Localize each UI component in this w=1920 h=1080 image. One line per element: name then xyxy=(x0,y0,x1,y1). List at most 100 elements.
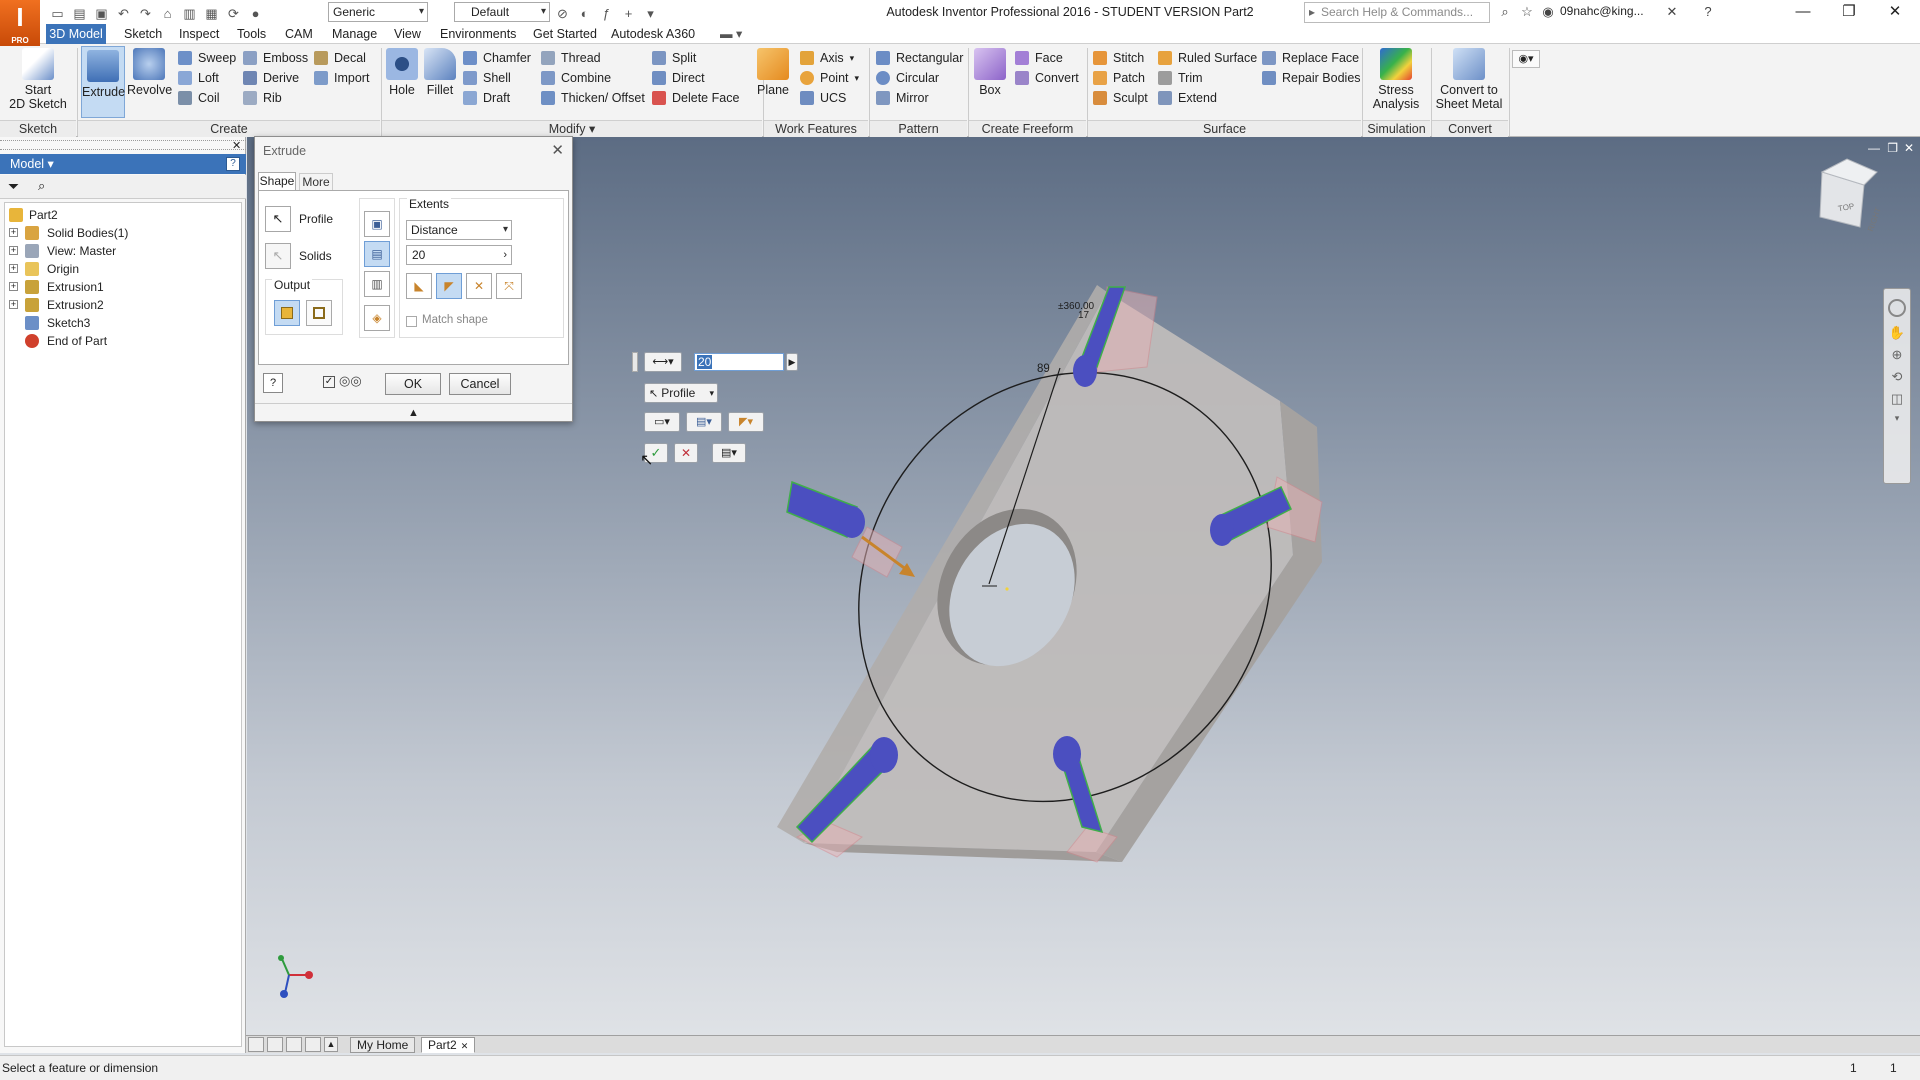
find-binoculars-icon[interactable]: ⌕ xyxy=(38,178,45,194)
rib-button[interactable]: Rib xyxy=(243,88,308,108)
replace-face-button[interactable]: Replace Face xyxy=(1262,48,1361,68)
tree-node-end-of-part[interactable]: End of Part xyxy=(5,332,241,350)
open-icon[interactable]: ▤ xyxy=(72,6,87,21)
expand-icon[interactable]: + xyxy=(9,246,18,255)
pan-hand-icon[interactable]: ✋ xyxy=(1884,325,1910,347)
search-binoculars-icon[interactable]: ⌕ xyxy=(1497,4,1513,20)
expand-icon[interactable]: + xyxy=(9,264,18,273)
tab-autodesk-a360[interactable]: Autodesk A360 xyxy=(611,24,695,44)
revolve-button[interactable]: Revolve xyxy=(127,48,172,97)
tab-more[interactable]: More xyxy=(299,173,333,190)
fillet-button[interactable]: Fillet xyxy=(422,48,458,97)
favorites-star-icon[interactable]: ☆ xyxy=(1519,4,1535,20)
start-2d-sketch-button[interactable]: Start 2D Sketch xyxy=(6,48,70,111)
tree-node-extrusion2[interactable]: + Extrusion2 xyxy=(5,296,241,314)
patch-button[interactable]: Patch xyxy=(1093,68,1148,88)
tab-environments[interactable]: Environments xyxy=(440,24,516,44)
dialog-expand-icon[interactable]: ▲ xyxy=(255,403,572,421)
preview-checkbox[interactable]: ✓ xyxy=(323,376,335,388)
mini-operation-button[interactable]: ▤▾ xyxy=(686,412,722,432)
mirror-button[interactable]: Mirror xyxy=(876,88,963,108)
extrude-button[interactable]: Extrude xyxy=(81,46,125,118)
zoom-icon[interactable]: ⊕ xyxy=(1884,347,1910,369)
join-operation-button[interactable]: ▣ xyxy=(364,211,390,237)
tab-tools[interactable]: Tools xyxy=(237,24,266,44)
ruled-surface-button[interactable]: Ruled Surface xyxy=(1158,48,1257,68)
restore-window-icon[interactable]: ❐ xyxy=(1826,0,1872,24)
appearance-combo[interactable]: Generic xyxy=(328,2,428,22)
box-button[interactable]: Box xyxy=(972,48,1008,97)
tab-sketch[interactable]: Sketch xyxy=(124,24,162,44)
minimize-window-icon[interactable]: — xyxy=(1780,0,1826,24)
material-combo[interactable]: Default xyxy=(454,2,550,22)
chamfer-button[interactable]: Chamfer xyxy=(463,48,531,68)
tile-horizontal-icon[interactable] xyxy=(248,1037,264,1052)
mini-profile-dropdown-icon[interactable]: ▾ xyxy=(709,384,714,402)
expand-icon[interactable]: + xyxy=(9,282,18,291)
output-surface-button[interactable] xyxy=(306,300,332,326)
parameters-icon[interactable]: ƒ xyxy=(599,6,614,21)
mini-direction-button[interactable]: ◤▾ xyxy=(728,412,764,432)
home-icon[interactable]: ⌂ xyxy=(160,6,175,21)
direct-button[interactable]: Direct xyxy=(652,68,739,88)
expand-icon[interactable]: + xyxy=(9,300,18,309)
close-window-icon[interactable]: ✕ xyxy=(1872,0,1918,24)
direction-symmetric-button[interactable]: ✕ xyxy=(466,273,492,299)
direction-default-button[interactable]: ◣ xyxy=(406,273,432,299)
tile-rows-icon[interactable] xyxy=(286,1037,302,1052)
ribbon-options-dropdown[interactable]: ◉▾ xyxy=(1512,50,1540,68)
tab-shape[interactable]: Shape xyxy=(258,172,296,190)
mini-options-button[interactable]: ▤▾ xyxy=(712,443,746,463)
navbar-menu-icon[interactable]: ▾ xyxy=(1884,413,1910,424)
extend-button[interactable]: Extend xyxy=(1158,88,1257,108)
customize-icon[interactable]: ▾ xyxy=(643,6,658,21)
mini-toolbar-grip[interactable] xyxy=(632,352,638,372)
look-at-icon[interactable]: ◫ xyxy=(1884,391,1910,413)
orbit-icon[interactable]: ⟲ xyxy=(1884,369,1910,391)
tree-node-extrusion1[interactable]: + Extrusion1 xyxy=(5,278,241,296)
browser-title[interactable]: Model ▾ xyxy=(0,154,246,174)
browser-grip[interactable] xyxy=(0,140,246,150)
coil-button[interactable]: Coil xyxy=(178,88,236,108)
update-icon[interactable]: ⟳ xyxy=(226,6,241,21)
help-icon[interactable]: ? xyxy=(1700,4,1716,20)
panel-label-modify[interactable]: Modify ▾ xyxy=(382,120,762,137)
extents-type-select[interactable]: Distance xyxy=(406,220,512,240)
color-icon[interactable]: ● xyxy=(248,6,263,21)
hole-button[interactable]: Hole xyxy=(384,48,420,97)
mini-profile-button[interactable]: ↖ Profile ▾ xyxy=(644,383,718,403)
plane-button[interactable]: Plane xyxy=(755,48,791,97)
exchange-apps-icon[interactable]: ✕ xyxy=(1664,4,1680,20)
mini-output-button[interactable]: ▭▾ xyxy=(644,412,680,432)
measure-icon[interactable]: + xyxy=(621,6,636,21)
browser-help-icon[interactable]: ? xyxy=(226,157,240,171)
app-logo-button[interactable]: I PRO xyxy=(0,0,40,46)
redo-icon[interactable]: ↷ xyxy=(138,6,153,21)
solids-select-button[interactable]: ↖ xyxy=(265,243,291,269)
thread-button[interactable]: Thread xyxy=(541,48,645,68)
user-name[interactable]: 09nahc@king... xyxy=(1560,4,1644,18)
tree-node-sketch3[interactable]: Sketch3 xyxy=(5,314,241,332)
tab-view[interactable]: View xyxy=(394,24,421,44)
mini-distance-input[interactable]: 20 xyxy=(694,353,784,371)
tab-menu-icon[interactable]: ▲ xyxy=(324,1037,338,1052)
trim-button[interactable]: Trim xyxy=(1158,68,1257,88)
thicken-offset-button[interactable]: Thicken/ Offset xyxy=(541,88,645,108)
sweep-button[interactable]: Sweep xyxy=(178,48,236,68)
distance-arrow-icon[interactable]: › xyxy=(503,246,507,264)
doc-tab-my-home[interactable]: My Home xyxy=(350,1037,416,1053)
steering-wheel-icon[interactable] xyxy=(1888,299,1906,317)
ok-button[interactable]: OK xyxy=(385,373,441,395)
tree-node-origin[interactable]: + Origin xyxy=(5,260,241,278)
adjust-icon[interactable]: ◐ xyxy=(577,6,592,21)
clear-icon[interactable]: ⊘ xyxy=(555,6,570,21)
doc-tab-close-icon[interactable]: ✕ xyxy=(461,1041,469,1051)
undo-icon[interactable]: ↶ xyxy=(116,6,131,21)
select-icon[interactable]: ▦ xyxy=(204,6,219,21)
shell-button[interactable]: Shell xyxy=(463,68,531,88)
project-icon[interactable]: ▥ xyxy=(182,6,197,21)
delete-face-button[interactable]: Delete Face xyxy=(652,88,739,108)
new-icon[interactable]: ▭ xyxy=(50,6,65,21)
save-icon[interactable]: ▣ xyxy=(94,6,109,21)
point-button[interactable]: Point ▾ xyxy=(800,68,859,88)
